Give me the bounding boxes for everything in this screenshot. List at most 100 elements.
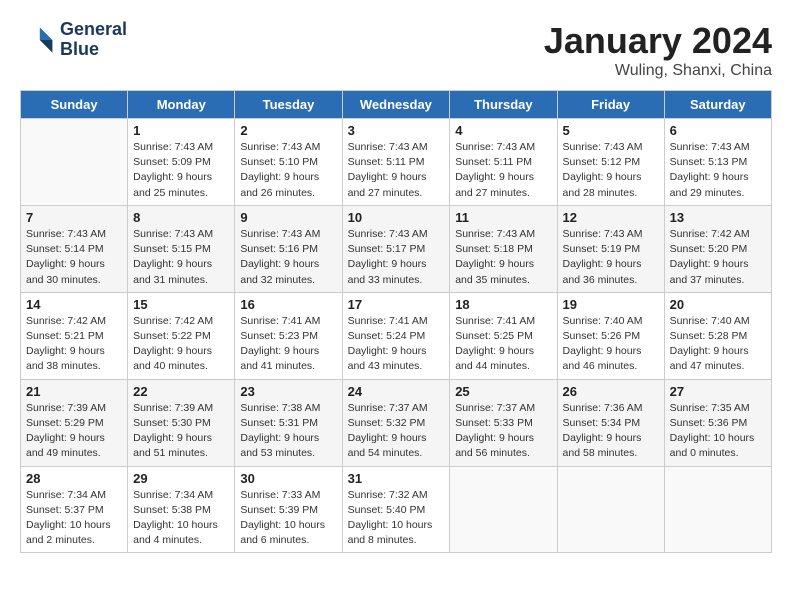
day-info: Sunrise: 7:38 AM Sunset: 5:31 PM Dayligh…	[240, 401, 336, 462]
calendar-cell: 26 Sunrise: 7:36 AM Sunset: 5:34 PM Dayli…	[557, 379, 664, 466]
calendar-cell: 18Sunrise: 7:41 AM Sunset: 5:25 PM Dayli…	[450, 292, 557, 379]
calendar-cell: 15Sunrise: 7:42 AM Sunset: 5:22 PM Dayli…	[128, 292, 235, 379]
day-info: Sunrise: 7:43 AM Sunset: 5:12 PM Dayligh…	[563, 140, 659, 201]
calendar-table: SundayMondayTuesdayWednesdayThursdayFrid…	[20, 90, 772, 553]
calendar-cell: 24Sunrise: 7:37 AM Sunset: 5:32 PM Dayli…	[342, 379, 450, 466]
day-number: 16	[240, 297, 336, 312]
day-info: Sunrise: 7:43 AM Sunset: 5:09 PM Dayligh…	[133, 140, 229, 201]
day-number: 5	[563, 123, 659, 138]
day-info: Sunrise: 7:43 AM Sunset: 5:11 PM Dayligh…	[455, 140, 551, 201]
day-info: Sunrise: 7:34 AM Sunset: 5:37 PM Dayligh…	[26, 488, 122, 549]
calendar-cell: 22 Sunrise: 7:39 AM Sunset: 5:30 PM Dayli…	[128, 379, 235, 466]
day-number: 21	[26, 384, 122, 399]
location: Wuling, Shanxi, China	[544, 62, 772, 80]
day-number: 10	[348, 210, 445, 225]
day-number: 8	[133, 210, 229, 225]
calendar-cell: 14Sunrise: 7:42 AM Sunset: 5:21 PM Dayli…	[21, 292, 128, 379]
month-title: January 2024	[544, 20, 772, 62]
day-info: Sunrise: 7:43 AM Sunset: 5:19 PM Dayligh…	[563, 227, 659, 288]
day-number: 3	[348, 123, 445, 138]
day-info: Sunrise: 7:43 AM Sunset: 5:17 PM Dayligh…	[348, 227, 445, 288]
calendar-cell: 19Sunrise: 7:40 AM Sunset: 5:26 PM Dayli…	[557, 292, 664, 379]
day-number: 14	[26, 297, 122, 312]
calendar-cell	[664, 466, 771, 553]
calendar-cell: 23 Sunrise: 7:38 AM Sunset: 5:31 PM Dayli…	[235, 379, 342, 466]
calendar-cell: 10 Sunrise: 7:43 AM Sunset: 5:17 PM Dayli…	[342, 205, 450, 292]
day-info: Sunrise: 7:43 AM Sunset: 5:16 PM Dayligh…	[240, 227, 336, 288]
weekday-header-wednesday: Wednesday	[342, 91, 450, 119]
calendar-cell: 29 Sunrise: 7:34 AM Sunset: 5:38 PM Dayli…	[128, 466, 235, 553]
week-row-0: 1 Sunrise: 7:43 AM Sunset: 5:09 PM Daylig…	[21, 119, 772, 206]
calendar-cell: 28 Sunrise: 7:34 AM Sunset: 5:37 PM Dayli…	[21, 466, 128, 553]
calendar-cell	[450, 466, 557, 553]
day-info: Sunrise: 7:41 AM Sunset: 5:24 PM Dayligh…	[348, 314, 445, 375]
day-number: 27	[670, 384, 766, 399]
calendar-cell: 8 Sunrise: 7:43 AM Sunset: 5:15 PM Daylig…	[128, 205, 235, 292]
logo-icon	[20, 22, 56, 58]
day-number: 26	[563, 384, 659, 399]
day-number: 23	[240, 384, 336, 399]
day-info: Sunrise: 7:43 AM Sunset: 5:15 PM Dayligh…	[133, 227, 229, 288]
calendar-cell: 9 Sunrise: 7:43 AM Sunset: 5:16 PM Daylig…	[235, 205, 342, 292]
weekday-header-sunday: Sunday	[21, 91, 128, 119]
logo-text: General Blue	[60, 20, 127, 60]
week-row-1: 7 Sunrise: 7:43 AM Sunset: 5:14 PM Daylig…	[21, 205, 772, 292]
weekday-header-saturday: Saturday	[664, 91, 771, 119]
calendar-cell	[557, 466, 664, 553]
day-number: 18	[455, 297, 551, 312]
day-number: 13	[670, 210, 766, 225]
weekday-header-monday: Monday	[128, 91, 235, 119]
calendar-cell: 30 Sunrise: 7:33 AM Sunset: 5:39 PM Dayli…	[235, 466, 342, 553]
calendar-cell: 11Sunrise: 7:43 AM Sunset: 5:18 PM Dayli…	[450, 205, 557, 292]
day-info: Sunrise: 7:36 AM Sunset: 5:34 PM Dayligh…	[563, 401, 659, 462]
weekday-header-row: SundayMondayTuesdayWednesdayThursdayFrid…	[21, 91, 772, 119]
day-number: 6	[670, 123, 766, 138]
day-info: Sunrise: 7:43 AM Sunset: 5:13 PM Dayligh…	[670, 140, 766, 201]
day-number: 30	[240, 471, 336, 486]
day-info: Sunrise: 7:32 AM Sunset: 5:40 PM Dayligh…	[348, 488, 445, 549]
day-number: 28	[26, 471, 122, 486]
title-block: January 2024 Wuling, Shanxi, China	[544, 20, 772, 80]
day-info: Sunrise: 7:39 AM Sunset: 5:30 PM Dayligh…	[133, 401, 229, 462]
day-info: Sunrise: 7:43 AM Sunset: 5:18 PM Dayligh…	[455, 227, 551, 288]
day-number: 22	[133, 384, 229, 399]
page-header: General Blue January 2024 Wuling, Shanxi…	[20, 20, 772, 80]
day-number: 2	[240, 123, 336, 138]
day-info: Sunrise: 7:40 AM Sunset: 5:26 PM Dayligh…	[563, 314, 659, 375]
weekday-header-thursday: Thursday	[450, 91, 557, 119]
calendar-cell	[21, 119, 128, 206]
day-info: Sunrise: 7:43 AM Sunset: 5:11 PM Dayligh…	[348, 140, 445, 201]
day-number: 9	[240, 210, 336, 225]
week-row-2: 14Sunrise: 7:42 AM Sunset: 5:21 PM Dayli…	[21, 292, 772, 379]
day-info: Sunrise: 7:37 AM Sunset: 5:32 PM Dayligh…	[348, 401, 445, 462]
day-info: Sunrise: 7:37 AM Sunset: 5:33 PM Dayligh…	[455, 401, 551, 462]
day-info: Sunrise: 7:35 AM Sunset: 5:36 PM Dayligh…	[670, 401, 766, 462]
day-number: 1	[133, 123, 229, 138]
week-row-4: 28 Sunrise: 7:34 AM Sunset: 5:37 PM Dayli…	[21, 466, 772, 553]
calendar-cell: 31Sunrise: 7:32 AM Sunset: 5:40 PM Dayli…	[342, 466, 450, 553]
day-info: Sunrise: 7:33 AM Sunset: 5:39 PM Dayligh…	[240, 488, 336, 549]
calendar-cell: 5 Sunrise: 7:43 AM Sunset: 5:12 PM Daylig…	[557, 119, 664, 206]
calendar-cell: 25 Sunrise: 7:37 AM Sunset: 5:33 PM Dayli…	[450, 379, 557, 466]
day-info: Sunrise: 7:42 AM Sunset: 5:20 PM Dayligh…	[670, 227, 766, 288]
day-number: 12	[563, 210, 659, 225]
day-number: 7	[26, 210, 122, 225]
day-info: Sunrise: 7:43 AM Sunset: 5:10 PM Dayligh…	[240, 140, 336, 201]
day-info: Sunrise: 7:43 AM Sunset: 5:14 PM Dayligh…	[26, 227, 122, 288]
day-number: 17	[348, 297, 445, 312]
day-number: 25	[455, 384, 551, 399]
day-info: Sunrise: 7:41 AM Sunset: 5:23 PM Dayligh…	[240, 314, 336, 375]
calendar-cell: 3 Sunrise: 7:43 AM Sunset: 5:11 PM Daylig…	[342, 119, 450, 206]
calendar-cell: 20Sunrise: 7:40 AM Sunset: 5:28 PM Dayli…	[664, 292, 771, 379]
calendar-cell: 6 Sunrise: 7:43 AM Sunset: 5:13 PM Daylig…	[664, 119, 771, 206]
day-number: 4	[455, 123, 551, 138]
day-info: Sunrise: 7:34 AM Sunset: 5:38 PM Dayligh…	[133, 488, 229, 549]
day-number: 20	[670, 297, 766, 312]
calendar-cell: 2 Sunrise: 7:43 AM Sunset: 5:10 PM Daylig…	[235, 119, 342, 206]
calendar-cell: 21Sunrise: 7:39 AM Sunset: 5:29 PM Dayli…	[21, 379, 128, 466]
day-number: 29	[133, 471, 229, 486]
logo: General Blue	[20, 20, 127, 60]
calendar-cell: 4 Sunrise: 7:43 AM Sunset: 5:11 PM Daylig…	[450, 119, 557, 206]
calendar-cell: 1 Sunrise: 7:43 AM Sunset: 5:09 PM Daylig…	[128, 119, 235, 206]
day-number: 15	[133, 297, 229, 312]
